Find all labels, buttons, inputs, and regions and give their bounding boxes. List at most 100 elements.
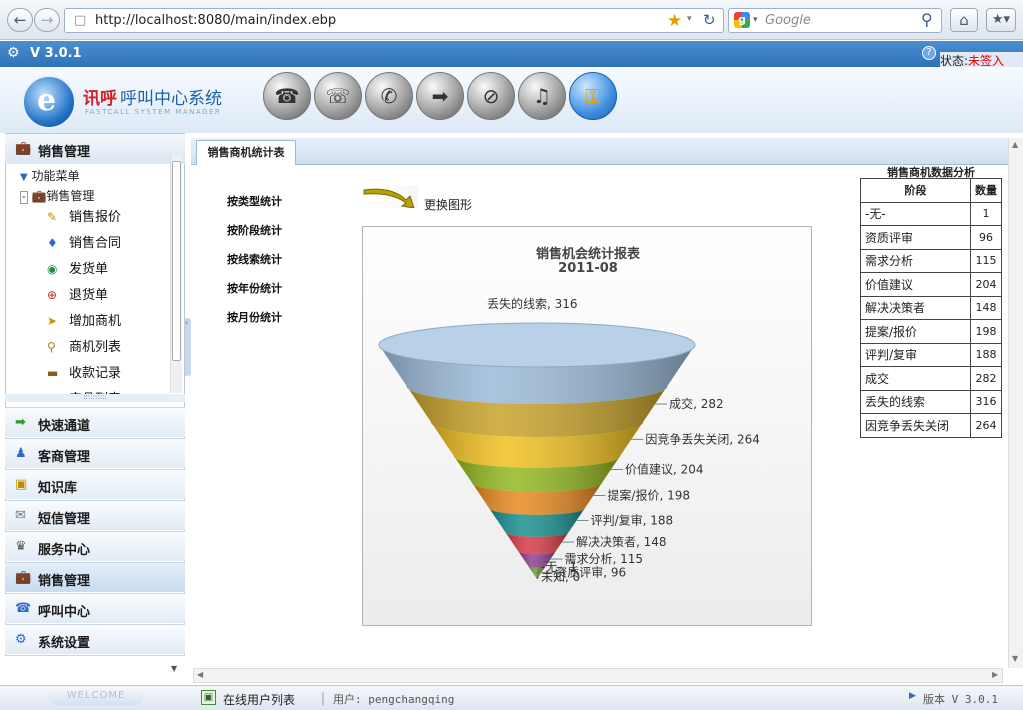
sidebar-item-label: 增加商机	[69, 314, 122, 329]
accordion-2[interactable]: ♟ 客商管理	[5, 438, 185, 468]
summary-count: 198	[970, 319, 1002, 344]
toolbar-headset-icon[interactable]: ♫	[518, 72, 566, 120]
sidebar-item-7[interactable]: ▬ 收款记录	[47, 362, 121, 381]
tree-node-label: 销售管理	[46, 189, 95, 203]
toolbar-transfer-icon[interactable]: ➡	[416, 72, 464, 120]
toolbar-telephone-icon[interactable]: ☎	[263, 72, 311, 120]
search-engine-dropdown-icon[interactable]: ▾	[753, 15, 758, 25]
footer-version: 版本 V 3.0.1	[923, 693, 998, 706]
status-value: 未签入	[968, 54, 1005, 68]
sidebar-item-label: 商机列表	[69, 340, 122, 355]
sidebar-section-title: 销售管理	[38, 145, 91, 160]
summary-count: 115	[970, 248, 1002, 273]
back-button[interactable]: ←	[7, 8, 33, 32]
splitter-handle[interactable]: ::::::::::	[5, 394, 185, 402]
funnel-label-6: 评判/复审, 188	[591, 512, 674, 527]
toolbar-hangup-icon[interactable]: ⊘	[467, 72, 515, 120]
summary-stage: 解决决策者	[860, 295, 971, 320]
help-icon[interactable]: ?	[922, 46, 936, 60]
change-chart-arrow-icon[interactable]	[362, 186, 418, 209]
summary-row: 因竞争丢失关闭 264	[860, 413, 1002, 438]
stat-link-4[interactable]: 按年份统计	[227, 280, 282, 296]
funnel-top-cap	[378, 322, 696, 368]
settings-icon: ⚙	[15, 632, 27, 647]
address-bar[interactable]: □ http://localhost:8080/main/index.ebp ★…	[64, 8, 724, 33]
sms-icon: ✉	[15, 508, 26, 523]
stat-link-2[interactable]: 按阶段统计	[227, 222, 282, 238]
tree-root[interactable]: ▼ 功能菜单	[20, 167, 80, 184]
stat-link-1[interactable]: 按类型统计	[227, 193, 282, 209]
summary-count: 148	[970, 295, 1002, 320]
tree-node-sales[interactable]: - 💼销售管理	[20, 187, 94, 204]
briefcase-icon: 💼	[31, 189, 47, 203]
collapse-sidebar-handle[interactable]: ‹	[185, 318, 191, 376]
sidebar-item-label: 退货单	[69, 288, 109, 303]
accordion-label: 短信管理	[38, 512, 91, 527]
briefcase-icon: 💼	[15, 570, 32, 585]
sidebar-item-2[interactable]: ♦ 销售合同	[47, 232, 121, 251]
accordion-7[interactable]: ☎ 呼叫中心	[5, 593, 185, 623]
home-button[interactable]: ⌂	[950, 8, 978, 32]
sidebar-item-5[interactable]: ➤ 增加商机	[47, 310, 121, 329]
expand-icon: ▼	[20, 172, 28, 183]
toolbar-call-icon[interactable]: ✆	[365, 72, 413, 120]
toolbar-login-key-icon[interactable]: ⚿	[569, 72, 617, 120]
url-text: http://localhost:8080/main/index.ebp	[95, 13, 337, 28]
search-box[interactable]: g ▾ Google ⚲	[728, 8, 942, 33]
payment-icon: ▬	[47, 366, 59, 380]
accordion-4[interactable]: ✉ 短信管理	[5, 500, 185, 530]
accordion-label: 销售管理	[38, 574, 91, 589]
sidebar-scrollbar[interactable]	[170, 155, 182, 393]
summary-row: 成交 282	[860, 366, 1002, 391]
sidebar-item-label: 收款记录	[69, 366, 122, 381]
summary-row: 资质评审 96	[860, 225, 1002, 250]
toolbar-dial-icon[interactable]: ☏	[314, 72, 362, 120]
accordion-label: 呼叫中心	[38, 605, 91, 620]
content-horizontal-scrollbar[interactable]: ◀ ▶	[193, 668, 1003, 683]
content-vertical-scrollbar[interactable]: ▲ ▼	[1008, 138, 1023, 668]
online-users-link[interactable]: 在线用户列表	[223, 691, 295, 708]
accordion-5[interactable]: ♛ 服务中心	[5, 531, 185, 561]
online-users-icon[interactable]: ▣	[201, 690, 216, 705]
accordion-1[interactable]: ➡ 快速通道	[5, 407, 185, 437]
accordion-3[interactable]: ▣ 知识库	[5, 469, 185, 499]
sidebar-section-header[interactable]: 💼 销售管理	[5, 134, 185, 164]
forward-button[interactable]: →	[34, 8, 60, 32]
funnel-svg: 丢失的线索, 316 成交, 282 因竞争丢失关闭, 264 价值建议, 204 提案…	[378, 296, 760, 584]
funnel-label-4: 价值建议, 204	[625, 461, 704, 476]
summary-row: 丢失的线索 316	[860, 389, 1002, 414]
magnifier-icon[interactable]: ⚲	[921, 10, 933, 29]
scroll-down-icon[interactable]: ▼	[171, 664, 177, 673]
sidebar-item-4[interactable]: ⊕ 退货单	[47, 284, 108, 303]
sidebar-item-6[interactable]: ⚲ 商机列表	[47, 336, 121, 355]
sidebar-item-1[interactable]: ✎ 销售报价	[47, 206, 121, 225]
accordion-8[interactable]: ⚙ 系统设置	[5, 624, 185, 654]
funnel-chart: 销售机会统计报表 2011-08 丢失的线索, 316 成交, 282 因竞争丢失关…	[362, 226, 812, 626]
service-icon: ♛	[15, 539, 27, 554]
tab-sales-opportunity-stats[interactable]: 销售商机统计表	[196, 140, 296, 165]
status-bar: ▣ 在线用户列表 | 用户: pengchangqing ▶ 版本 V 3.0.…	[191, 685, 1023, 710]
dropdown-icon[interactable]: ▾	[687, 14, 692, 24]
change-chart-link[interactable]: 更换图形	[424, 196, 472, 213]
sidebar-item-label: 销售合同	[69, 236, 122, 251]
sidebar-item-3[interactable]: ◉ 发货单	[47, 258, 108, 277]
summary-stage: 成交	[860, 366, 971, 391]
stat-link-3[interactable]: 按线索统计	[227, 251, 282, 267]
accordion-6[interactable]: 💼 销售管理	[5, 562, 185, 592]
search-input[interactable]: Google	[765, 13, 811, 28]
shipment-icon: ◉	[47, 262, 58, 276]
bookmarks-button[interactable]: ★▾	[986, 8, 1016, 32]
stat-link-5[interactable]: 按月份统计	[227, 309, 282, 325]
funnel-label-3: 因竞争丢失关闭, 264	[645, 431, 760, 446]
page-icon: □	[74, 13, 87, 28]
funnel-label-5: 提案/报价, 198	[607, 487, 690, 502]
accordion-label: 服务中心	[38, 543, 91, 558]
arrow-icon: ➡	[15, 415, 26, 430]
reload-icon[interactable]: ↻	[703, 11, 716, 29]
star-icon[interactable]: ★	[667, 11, 682, 31]
summary-row: 解决决策者 148	[860, 295, 1002, 320]
summary-count: 204	[970, 272, 1002, 297]
summary-count: 96	[970, 225, 1002, 250]
summary-stage: 评判/复审	[860, 342, 971, 367]
funnel-label-11: 未知, 0	[541, 570, 580, 584]
